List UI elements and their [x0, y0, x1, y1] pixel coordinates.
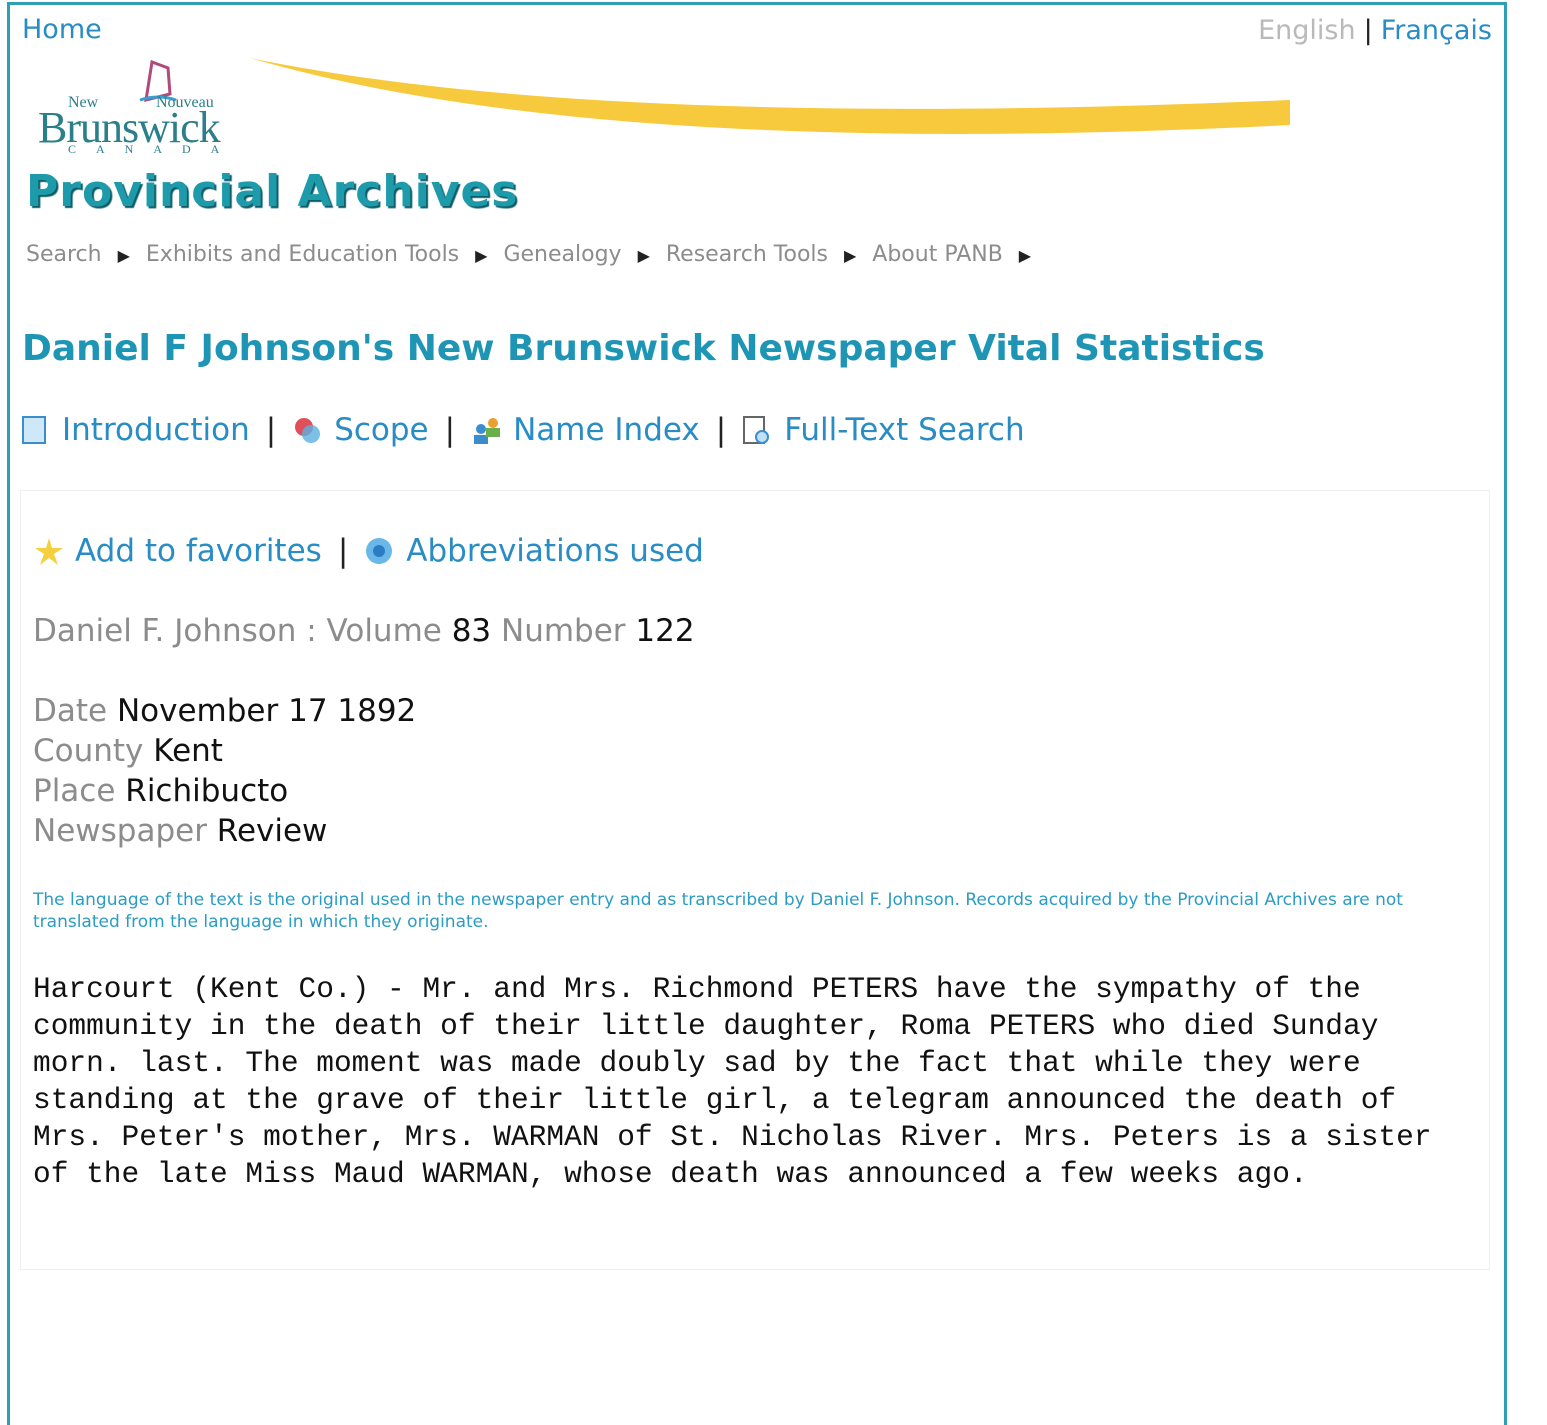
nb-logo[interactable]: New Nouveau Brunswick CANADA	[38, 58, 268, 158]
place-label: Place	[33, 773, 116, 809]
county-value: Kent	[153, 733, 223, 769]
scope-icon	[292, 415, 321, 445]
newspaper-value: Review	[216, 813, 328, 849]
volume-value: 83	[451, 613, 492, 649]
lang-english: English	[1258, 15, 1356, 46]
arrow-right-icon: ▶	[843, 246, 857, 265]
arrow-right-icon: ▶	[117, 246, 130, 265]
separator: |	[337, 533, 349, 569]
home-link[interactable]: Home	[22, 14, 102, 45]
county-label: County	[33, 733, 144, 769]
arrow-right-icon: ▶	[1018, 246, 1032, 265]
record-source: Daniel F. Johnson : Volume 83 Number 122	[33, 613, 695, 649]
separator: |	[1363, 15, 1373, 46]
site-title: Provincial Archives	[26, 166, 519, 217]
main-nav: Search ▶ Exhibits and Education Tools ▶ Ge…	[26, 242, 1047, 270]
people-icon	[471, 415, 501, 445]
separator: |	[715, 412, 727, 448]
lang-french-link[interactable]: Français	[1381, 15, 1492, 46]
language-note: The language of the text is the original…	[33, 890, 1403, 932]
info-icon	[364, 536, 393, 566]
separator: |	[444, 412, 456, 448]
add-to-favorites-link[interactable]: Add to favorites	[75, 533, 322, 569]
tab-full-text-search[interactable]: Full-Text Search	[784, 412, 1024, 448]
nav-exhibits[interactable]: Exhibits and Education Tools	[146, 242, 459, 270]
arrow-right-icon: ▶	[637, 246, 650, 265]
newspaper-label: Newspaper	[33, 813, 207, 849]
tab-introduction[interactable]: Introduction	[62, 412, 250, 448]
nav-search[interactable]: Search	[26, 242, 102, 270]
nav-about[interactable]: About PANB	[872, 242, 1003, 270]
record-text: Harcourt (Kent Co.) - Mr. and Mrs. Richm…	[33, 972, 1432, 1191]
language-switcher: English | Français	[1258, 15, 1492, 46]
abbreviations-link[interactable]: Abbreviations used	[406, 533, 704, 569]
record-actions: Add to favorites | Abbreviations used	[33, 533, 704, 569]
number-value: 122	[635, 613, 695, 649]
separator: |	[265, 412, 277, 448]
tab-name-index[interactable]: Name Index	[513, 412, 700, 448]
page-title: Daniel F Johnson's New Brunswick Newspap…	[22, 328, 1265, 369]
date-label: Date	[33, 693, 108, 729]
place-value: Richibucto	[125, 773, 289, 809]
nav-genealogy[interactable]: Genealogy	[503, 242, 621, 270]
nav-research-tools[interactable]: Research Tools	[666, 242, 828, 270]
arrow-right-icon: ▶	[475, 246, 488, 265]
number-label: Number	[501, 613, 626, 649]
record-metadata: Date November 17 1892 County Kent Place …	[33, 691, 416, 851]
logo-canada: CANADA	[68, 142, 240, 156]
record-panel: Add to favorites | Abbreviations used Dan…	[20, 490, 1490, 1270]
source-label: Daniel F. Johnson : Volume	[33, 613, 442, 649]
search-document-icon	[742, 415, 770, 445]
document-icon	[20, 415, 48, 445]
date-value: November 17 1892	[116, 693, 417, 729]
swoosh-decoration	[250, 58, 1290, 134]
tab-scope[interactable]: Scope	[334, 412, 428, 448]
section-tabs: Introduction | Scope | Name Index | Full-Te…	[20, 412, 1025, 448]
star-icon	[33, 536, 63, 566]
